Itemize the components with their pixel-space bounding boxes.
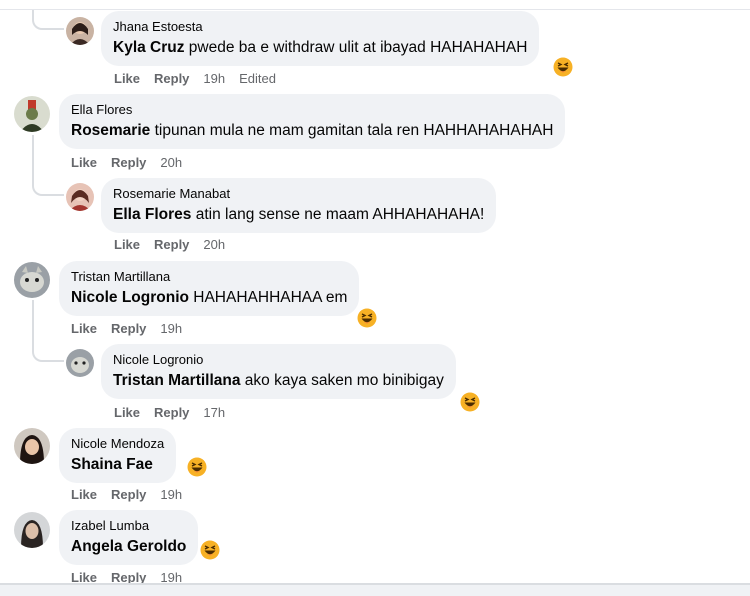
avatar[interactable] [66, 17, 94, 45]
haha-reaction-icon[interactable] [186, 456, 208, 478]
comment-bubble: Ella Flores Rosemarie tipunan mula ne ma… [59, 94, 566, 149]
comment-actions: Like Reply 19h Edited [114, 71, 290, 86]
comment-body: pwede ba e withdraw ulit at ibayad HAHAH… [184, 39, 528, 56]
comment-text: Nicole Logronio HAHAHAHHAHAA em [71, 287, 347, 309]
haha-reaction-icon[interactable] [356, 307, 378, 329]
comment-body: HAHAHAHHAHAA em [188, 289, 348, 306]
reply-button[interactable]: Reply [154, 237, 189, 252]
comment-text: Kyla Cruz pwede ba e withdraw ulit at ib… [113, 37, 527, 59]
comment-timestamp[interactable]: 19h [203, 71, 225, 86]
comment-actions: Like Reply 19h [71, 321, 196, 336]
thread-connector [32, 342, 64, 362]
like-button[interactable]: Like [114, 71, 140, 86]
like-button[interactable]: Like [71, 155, 97, 170]
comment-text: Angela Geroldo [71, 536, 186, 558]
top-divider [0, 9, 750, 10]
comment-text: Rosemarie tipunan mula ne mam gamitan ta… [71, 120, 553, 142]
comment-bubble: Nicole Logronio Tristan Martillana ako k… [101, 344, 456, 399]
comment-actions: Like Reply 20h [71, 155, 196, 170]
comment-timestamp[interactable]: 20h [160, 155, 182, 170]
reply-button[interactable]: Reply [111, 487, 146, 502]
comment-timestamp[interactable]: 20h [203, 237, 225, 252]
page-footer-strip [0, 585, 750, 596]
reply-button[interactable]: Reply [154, 71, 189, 86]
comment-actions: Like Reply 17h [114, 405, 239, 420]
avatar[interactable] [66, 183, 94, 211]
comment-author[interactable]: Rosemarie Manabat [113, 186, 484, 202]
comment-body: ako kaya saken mo binibigay [240, 372, 444, 389]
comment-text: Tristan Martillana ako kaya saken mo bin… [113, 370, 444, 392]
comment-author[interactable]: Tristan Martillana [71, 269, 347, 285]
comment-bubble: Izabel Lumba Angela Geroldo [59, 510, 199, 565]
avatar[interactable] [14, 262, 50, 298]
comment-bubble: Tristan Martillana Nicole Logronio HAHAH… [59, 261, 360, 316]
reply-button[interactable]: Reply [111, 155, 146, 170]
comment-bubble: Rosemarie Manabat Ella Flores atin lang … [101, 178, 497, 233]
comment-author[interactable]: Nicole Logronio [113, 352, 444, 368]
comment-timestamp[interactable]: 19h [160, 487, 182, 502]
comment-body: atin lang sense ne maam AHHAHAHAHA! [191, 206, 485, 223]
comment-author[interactable]: Jhana Estoesta [113, 19, 527, 35]
haha-reaction-icon[interactable] [552, 56, 574, 78]
haha-reaction-icon[interactable] [199, 539, 221, 561]
like-button[interactable]: Like [114, 405, 140, 420]
mention-link[interactable]: Ella Flores [113, 206, 191, 223]
comment-timestamp[interactable]: 17h [203, 405, 225, 420]
mention-link[interactable]: Angela Geroldo [71, 538, 186, 555]
comment-author[interactable]: Izabel Lumba [71, 518, 186, 534]
haha-reaction-icon[interactable] [459, 391, 481, 413]
like-button[interactable]: Like [71, 487, 97, 502]
mention-link[interactable]: Nicole Logronio [71, 289, 189, 306]
comment-body: tipunan mula ne mam gamitan tala ren HAH… [150, 122, 554, 139]
comment-bubble: Jhana Estoesta Kyla Cruz pwede ba e with… [101, 11, 540, 66]
reply-button[interactable]: Reply [111, 321, 146, 336]
comment-text: Ella Flores atin lang sense ne maam AHHA… [113, 204, 484, 226]
comment-text: Shaina Fae [71, 454, 164, 476]
avatar[interactable] [66, 349, 94, 377]
like-button[interactable]: Like [71, 321, 97, 336]
thread-connector [32, 10, 64, 30]
thread-connector [32, 176, 64, 196]
comment-timestamp[interactable]: 19h [160, 321, 182, 336]
avatar[interactable] [14, 512, 50, 548]
mention-link[interactable]: Tristan Martillana [113, 372, 240, 389]
mention-link[interactable]: Shaina Fae [71, 456, 153, 473]
comment-actions: Like Reply 19h [71, 487, 196, 502]
like-button[interactable]: Like [114, 237, 140, 252]
mention-link[interactable]: Kyla Cruz [113, 39, 185, 56]
comment-author[interactable]: Ella Flores [71, 102, 553, 118]
comment-author[interactable]: Nicole Mendoza [71, 436, 164, 452]
mention-link[interactable]: Rosemarie [71, 122, 150, 139]
avatar[interactable] [14, 96, 50, 132]
edited-label: Edited [239, 71, 276, 86]
comment-actions: Like Reply 20h [114, 237, 239, 252]
avatar[interactable] [14, 428, 50, 464]
comment-bubble: Nicole Mendoza Shaina Fae [59, 428, 177, 483]
reply-button[interactable]: Reply [154, 405, 189, 420]
